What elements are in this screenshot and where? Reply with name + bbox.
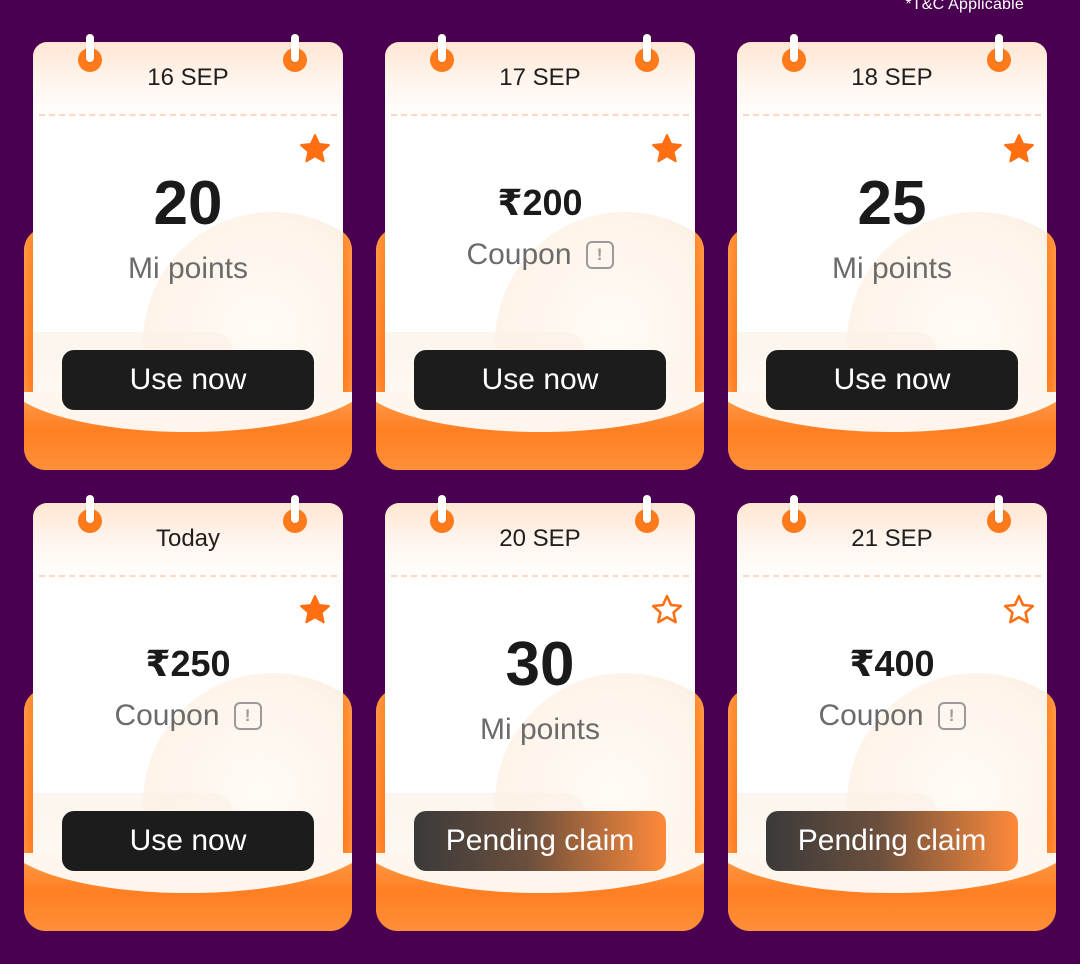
use-now-button[interactable]: Use now bbox=[62, 811, 314, 871]
reward-label: Mi points bbox=[127, 252, 249, 285]
reward-label: Coupon bbox=[114, 699, 220, 732]
info-icon[interactable]: ! bbox=[233, 702, 262, 730]
reward-label: Coupon bbox=[818, 699, 924, 732]
reward-label: Mi points bbox=[479, 713, 601, 746]
star-filled-icon bbox=[300, 595, 330, 624]
card-date: 18 SEP bbox=[851, 64, 933, 91]
reward-card-3: 18 SEP 25 Mi points Use now bbox=[728, 34, 1056, 480]
star-filled-icon bbox=[300, 134, 330, 163]
info-icon[interactable]: ! bbox=[585, 241, 614, 269]
reward-value: ₹250 bbox=[145, 643, 231, 684]
card-date: 16 SEP bbox=[147, 64, 229, 91]
star-outline-icon bbox=[651, 594, 683, 624]
divider bbox=[743, 575, 1041, 577]
divider bbox=[39, 114, 337, 116]
reward-value: 30 bbox=[505, 630, 575, 699]
reward-value: ₹200 bbox=[497, 182, 583, 223]
reward-card-1: 16 SEP 20 Mi points Use now bbox=[24, 34, 352, 480]
reward-card-4: Today ₹250 Coupon! Use now bbox=[24, 495, 352, 941]
divider bbox=[743, 114, 1041, 116]
reward-value: ₹400 bbox=[849, 643, 935, 684]
reward-label: Coupon bbox=[466, 238, 572, 271]
use-now-button[interactable]: Use now bbox=[766, 350, 1018, 410]
card-date: 21 SEP bbox=[851, 525, 933, 552]
pending-claim-button[interactable]: Pending claim bbox=[414, 811, 666, 871]
reward-card-2: 17 SEP ₹200 Coupon! Use now bbox=[376, 34, 704, 480]
reward-label-row: Coupon! bbox=[385, 238, 695, 272]
card-date: 20 SEP bbox=[499, 525, 581, 552]
info-icon[interactable]: ! bbox=[937, 702, 966, 730]
reward-value: 20 bbox=[153, 169, 223, 238]
divider bbox=[391, 575, 689, 577]
reward-label: Mi points bbox=[831, 252, 953, 285]
reward-card-5: 20 SEP 30 Mi points Pending claim bbox=[376, 495, 704, 941]
use-now-button[interactable]: Use now bbox=[62, 350, 314, 410]
use-now-button[interactable]: Use now bbox=[414, 350, 666, 410]
star-filled-icon bbox=[1004, 134, 1034, 163]
card-date: Today bbox=[155, 525, 221, 552]
reward-value: 25 bbox=[857, 169, 927, 238]
reward-card-6: 21 SEP ₹400 Coupon! Pending claim bbox=[728, 495, 1056, 941]
terms-note: *T&C Applicable bbox=[905, 0, 1024, 13]
divider bbox=[39, 575, 337, 577]
star-outline-icon bbox=[1003, 594, 1035, 624]
pending-claim-button[interactable]: Pending claim bbox=[766, 811, 1018, 871]
card-date: 17 SEP bbox=[499, 64, 581, 91]
divider bbox=[391, 114, 689, 116]
reward-label-row: Coupon! bbox=[737, 699, 1047, 733]
star-filled-icon bbox=[652, 134, 682, 163]
reward-label-row: Coupon! bbox=[33, 699, 343, 733]
